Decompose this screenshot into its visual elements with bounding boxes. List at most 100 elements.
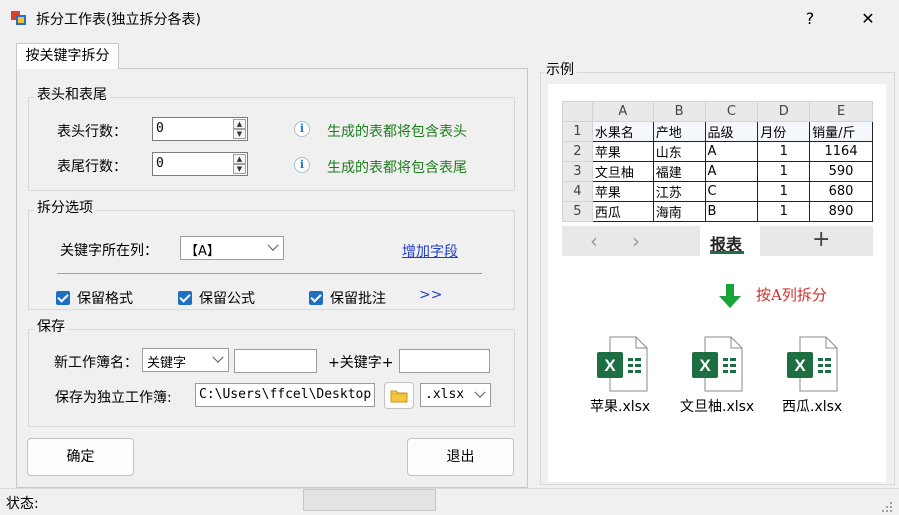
footer-hint: 生成的表都将包含表尾 [327, 160, 467, 176]
sheet-cell: 西瓜 [591, 201, 654, 222]
sheet-cell: 海南 [652, 201, 706, 222]
split-caption: 按A列拆分 [756, 286, 827, 304]
keep-format-checkbox[interactable] [56, 291, 70, 305]
spin-up-icon[interactable]: ▲ [233, 119, 246, 129]
chevron-left-icon: ‹ [590, 229, 598, 253]
footer-rows-stepper[interactable]: 0 ▲ ▼ [152, 152, 248, 176]
sheet-cell: 销量/斤 [809, 121, 873, 142]
keep-formula-checkbox[interactable] [178, 291, 192, 305]
keep-comment-label: 保留批注 [330, 291, 386, 307]
save-group [28, 329, 515, 427]
spin-up-icon[interactable]: ▲ [233, 154, 246, 164]
sheet-cell: 680 [809, 181, 873, 202]
footer-rows-value: 0 [156, 156, 164, 171]
suffix-input[interactable] [399, 349, 490, 373]
ok-button[interactable]: 确定 [27, 438, 134, 476]
arrow-down-icon [719, 284, 741, 308]
key-column-select[interactable]: 【A】 [180, 236, 284, 260]
file-name-label: 西瓜.xlsx [782, 399, 843, 415]
sheet-cell: 江苏 [652, 181, 706, 202]
sheet-cell: 产地 [652, 121, 706, 142]
footer-rows-label: 表尾行数： [57, 159, 127, 175]
keep-formula-label: 保留公式 [199, 291, 255, 307]
example-sheet: A B C D E 1 水果名 产地 品级 月份 销量/斤 2 苹果 山东 A … [562, 101, 873, 222]
column-header: E [809, 101, 873, 122]
info-icon: i [294, 157, 310, 173]
exit-button[interactable]: 退出 [407, 438, 514, 476]
column-header: D [757, 101, 811, 122]
status-bar: 状态: [0, 488, 899, 515]
sheet-cell: B [704, 201, 759, 222]
keep-comment-checkbox[interactable] [309, 291, 323, 305]
save-path-label: 保存为独立工作簿: [55, 390, 172, 406]
name-mode-value: 关键字 [147, 356, 187, 371]
sheet-cell: 水果名 [591, 121, 654, 142]
sheet-cell: 月份 [757, 121, 811, 142]
sheet-cell: 苹果 [591, 181, 654, 202]
header-rows-label: 表头行数： [57, 124, 127, 140]
resize-grip-icon[interactable] [881, 501, 893, 513]
plus-key-label: +关键字+ [328, 355, 394, 371]
add-sheet-icon: + [812, 227, 831, 252]
tab-keyword-split[interactable]: 按关键字拆分 [16, 43, 119, 69]
chevron-down-icon [267, 239, 279, 251]
excel-letter: X [794, 356, 806, 375]
header-rows-stepper[interactable]: 0 ▲ ▼ [152, 117, 248, 141]
status-label: 状态: [6, 496, 39, 512]
excel-file-icon: X [692, 336, 743, 392]
spin-down-icon[interactable]: ▼ [233, 164, 246, 174]
title-bar: 拆分工作表(独立拆分各表) ? ✕ [0, 0, 899, 36]
file-name-label: 文旦柚.xlsx [680, 399, 755, 415]
close-button[interactable]: ✕ [846, 6, 890, 32]
sheet-cell: 1 [757, 201, 811, 222]
save-path-input[interactable]: C:\Users\ffcel\Desktop [195, 383, 375, 407]
column-header: B [652, 101, 706, 122]
sheet-cell: A [704, 161, 759, 182]
sheet-cell: 1 [757, 181, 811, 202]
spin-down-icon[interactable]: ▼ [233, 129, 246, 139]
help-button[interactable]: ? [788, 6, 832, 32]
column-header: C [704, 101, 759, 122]
app-icon [10, 9, 28, 27]
sheet-cell: 890 [809, 201, 873, 222]
prefix-input[interactable] [234, 349, 317, 373]
sheet-cell: C [704, 181, 759, 202]
column-header: A [591, 101, 654, 122]
excel-letter: X [604, 356, 616, 375]
sheet-cell: 590 [809, 161, 873, 182]
sheet-cell: 文旦柚 [591, 161, 654, 182]
header-footer-group-title: 表头和表尾 [34, 87, 110, 103]
split-options-group-title: 拆分选项 [34, 200, 96, 216]
key-column-label: 关键字所在列： [60, 243, 158, 259]
header-rows-value: 0 [156, 121, 164, 136]
corner-cell [562, 101, 593, 122]
window-title: 拆分工作表(独立拆分各表) [36, 12, 201, 28]
divider [57, 273, 482, 274]
key-column-value: 【A】 [185, 244, 220, 259]
new-book-name-label: 新工作簿名： [54, 355, 138, 371]
row-number: 3 [562, 161, 593, 182]
sheet-cell: A [704, 141, 759, 162]
row-number: 2 [562, 141, 593, 162]
extension-value: .xlsx [425, 387, 465, 402]
row-number: 5 [562, 201, 593, 222]
file-name-label: 苹果.xlsx [590, 399, 651, 415]
more-options-button[interactable]: >> [419, 287, 442, 303]
info-icon: i [294, 121, 310, 137]
browse-folder-button[interactable] [384, 382, 414, 409]
add-field-link[interactable]: 增加字段 [402, 241, 458, 261]
name-mode-select[interactable]: 关键字 [142, 348, 229, 372]
extension-select[interactable]: .xlsx [420, 383, 491, 407]
sheet-cell: 1164 [809, 141, 873, 162]
sheet-cell: 山东 [652, 141, 706, 162]
excel-file-icon: X [787, 336, 838, 392]
folder-icon [390, 390, 408, 403]
sheet-cell: 福建 [652, 161, 706, 182]
excel-file-icon: X [597, 336, 648, 392]
chevron-down-icon [474, 386, 486, 398]
excel-letter: X [699, 356, 711, 375]
sheet-cell: 1 [757, 141, 811, 162]
sheet-cell: 苹果 [591, 141, 654, 162]
keep-format-label: 保留格式 [77, 291, 133, 307]
sheet-cell: 1 [757, 161, 811, 182]
